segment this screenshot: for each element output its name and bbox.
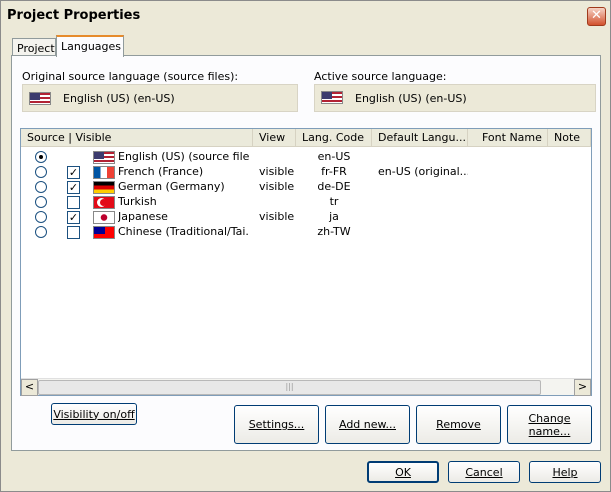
lang-code-cell: ja	[329, 210, 339, 223]
lang-code-cell: tr	[329, 195, 339, 208]
view-cell: visible	[259, 180, 295, 193]
lang-code-cell: en-US	[317, 150, 351, 163]
help-button[interactable]: Help	[529, 461, 601, 483]
change-name-label-line1: Change	[528, 411, 571, 425]
column-source-visible[interactable]: Source | Visible	[21, 129, 253, 147]
visibility-toggle-button[interactable]: Visibility on/off	[51, 403, 137, 425]
de-flag-icon	[93, 181, 115, 194]
ok-label: OK	[395, 465, 411, 479]
source-radio[interactable]	[35, 226, 47, 238]
lang-code-cell: de-DE	[317, 180, 351, 193]
default-language-cell: en-US (original...	[378, 165, 468, 178]
view-cell	[259, 225, 295, 240]
column-note[interactable]: Note	[548, 129, 591, 147]
visible-checkbox[interactable]: ✓	[67, 181, 80, 194]
close-icon[interactable]: ✕	[587, 7, 606, 26]
ok-button[interactable]: OK	[367, 461, 439, 483]
window-title: Project Properties	[7, 8, 141, 23]
language-name: English (US) (source file)	[118, 150, 250, 163]
settings-button[interactable]: Settings...	[234, 405, 319, 444]
original-source-value: English (US) (en-US)	[63, 92, 175, 105]
remove-button[interactable]: Remove	[416, 405, 501, 444]
languages-list[interactable]: Source | Visible View Lang. Code Default…	[20, 128, 592, 396]
tab-languages-label: Languages	[61, 40, 122, 53]
us-flag-icon	[29, 92, 51, 105]
view-cell	[259, 150, 295, 165]
column-view[interactable]: View	[253, 129, 296, 147]
column-lang-code[interactable]: Lang. Code	[296, 129, 372, 147]
view-cell	[259, 195, 295, 210]
us-flag-icon	[321, 91, 343, 104]
language-name: German (Germany)	[118, 180, 225, 193]
remove-label: Remove	[436, 418, 481, 431]
default-language-cell	[378, 225, 468, 240]
language-name: French (France)	[118, 165, 204, 178]
active-source-field: English (US) (en-US)	[314, 84, 596, 112]
default-language-cell	[378, 150, 468, 165]
lang-code-cell: zh-TW	[317, 225, 351, 238]
column-default-language[interactable]: Default Langu...	[372, 129, 468, 147]
change-name-label-line2: name...	[528, 424, 571, 438]
tw-flag-icon	[93, 226, 115, 239]
scroll-left-button[interactable]: <	[21, 379, 38, 396]
cancel-label: Cancel	[465, 465, 503, 479]
table-row[interactable]: ✓ French (France) visible fr-FR en-US (origi…	[21, 165, 591, 180]
source-radio[interactable]	[35, 196, 47, 208]
view-cell: visible	[259, 165, 295, 178]
us-flag-icon	[93, 151, 115, 164]
fr-flag-icon	[93, 166, 115, 179]
language-name: Chinese (Traditional/Tai...	[118, 225, 250, 238]
cancel-button[interactable]: Cancel	[448, 461, 520, 483]
default-language-cell	[378, 210, 468, 225]
table-row[interactable]: Chinese (Traditional/Tai... zh-TW	[21, 225, 591, 240]
table-row[interactable]: ✓ German (Germany) visible de-DE	[21, 180, 591, 195]
change-name-button[interactable]: Change name...	[507, 405, 592, 444]
tr-flag-icon	[93, 196, 115, 209]
table-row[interactable]: ✓ Japanese visible ja	[21, 210, 591, 225]
column-font-name[interactable]: Font Name	[468, 129, 548, 147]
add-new-button[interactable]: Add new...	[325, 405, 410, 444]
source-radio[interactable]	[35, 151, 47, 163]
tab-project-label: Project	[17, 42, 55, 55]
help-label: Help	[552, 465, 578, 479]
language-name: Japanese	[118, 210, 168, 223]
active-source-value: English (US) (en-US)	[355, 92, 467, 105]
scroll-right-button[interactable]: >	[574, 379, 591, 396]
visibility-toggle-label: Visibility on/off	[53, 407, 135, 421]
original-source-field: English (US) (en-US)	[22, 84, 298, 112]
default-language-cell	[378, 195, 468, 210]
visible-checkbox[interactable]	[67, 196, 80, 209]
list-header: Source | Visible View Lang. Code Default…	[21, 129, 591, 147]
lang-code-cell: fr-FR	[321, 165, 347, 178]
title-bar: Project Properties ✕	[1, 1, 610, 31]
default-language-cell	[378, 180, 468, 195]
project-properties-dialog: Project Properties ✕ Project Languages O…	[0, 0, 611, 492]
languages-panel: Original source language (source files):…	[11, 55, 601, 451]
language-name: Turkish	[118, 195, 157, 208]
table-row[interactable]: Turkish tr	[21, 195, 591, 210]
tab-languages[interactable]: Languages	[56, 35, 124, 57]
add-new-label: Add new...	[338, 418, 396, 431]
visible-checkbox[interactable]: ✓	[67, 166, 80, 179]
source-radio[interactable]	[35, 211, 47, 223]
view-cell: visible	[259, 210, 295, 223]
table-row[interactable]: English (US) (source file) en-US	[21, 150, 591, 165]
source-radio[interactable]	[35, 166, 47, 178]
active-source-label: Active source language:	[314, 70, 447, 83]
jp-flag-icon	[93, 211, 115, 224]
source-radio[interactable]	[35, 181, 47, 193]
visible-checkbox[interactable]: ✓	[67, 211, 80, 224]
visible-checkbox[interactable]	[67, 226, 80, 239]
scroll-thumb[interactable]: |||	[38, 380, 541, 395]
horizontal-scrollbar[interactable]: < ||| >	[21, 378, 591, 396]
original-source-label: Original source language (source files):	[22, 70, 239, 83]
settings-label: Settings...	[248, 418, 305, 431]
